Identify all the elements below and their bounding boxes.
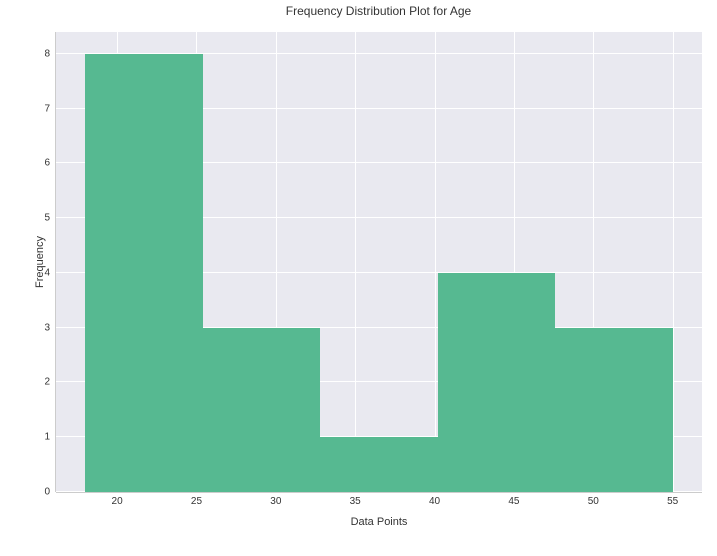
y-axis-label: Frequency [34, 236, 46, 288]
x-tick-label: 55 [667, 496, 678, 507]
y-tick-label: 8 [44, 48, 50, 59]
x-tick-label: 25 [191, 496, 202, 507]
histogram-bar [320, 437, 437, 492]
x-axis-spine [56, 492, 702, 493]
histogram-bar [555, 328, 672, 492]
x-tick-label: 50 [588, 496, 599, 507]
y-tick-label: 1 [44, 432, 50, 443]
y-tick-label: 2 [44, 377, 50, 388]
grid-line-vertical [355, 32, 356, 492]
y-tick-label: 3 [44, 322, 50, 333]
chart-title: Frequency Distribution Plot for Age [286, 4, 471, 18]
grid-line-vertical [435, 32, 436, 492]
histogram-bar [438, 273, 555, 492]
plot-area: Frequency Data Points 012345678202530354… [55, 32, 702, 493]
chart-container: Frequency Distribution Plot for Age Freq… [55, 20, 702, 511]
x-tick-label: 45 [508, 496, 519, 507]
y-tick-label: 4 [44, 267, 50, 278]
y-tick-label: 0 [44, 487, 50, 498]
x-tick-label: 40 [429, 496, 440, 507]
y-tick-label: 7 [44, 103, 50, 114]
x-tick-label: 35 [350, 496, 361, 507]
histogram-bar [85, 54, 202, 492]
y-axis-spine [55, 32, 56, 492]
y-tick-label: 6 [44, 158, 50, 169]
x-tick-label: 20 [112, 496, 123, 507]
x-tick-label: 30 [270, 496, 281, 507]
y-tick-label: 5 [44, 213, 50, 224]
grid-line-vertical [673, 32, 674, 492]
histogram-bar [203, 328, 320, 492]
x-axis-label: Data Points [351, 516, 408, 528]
